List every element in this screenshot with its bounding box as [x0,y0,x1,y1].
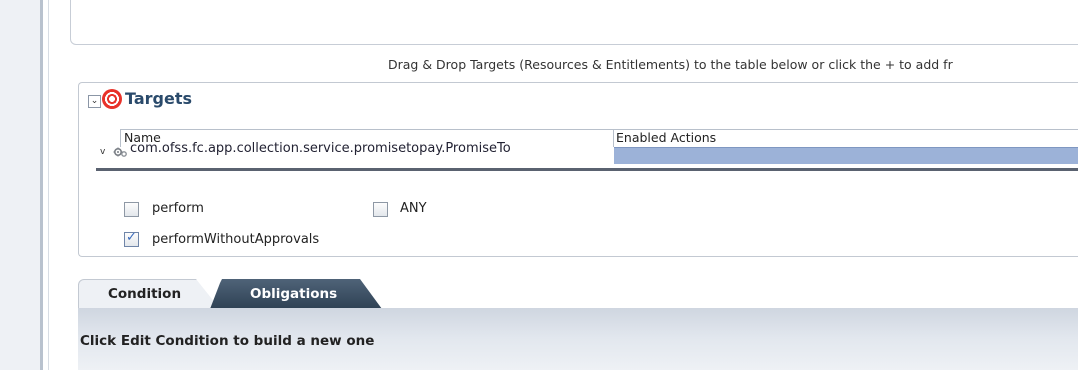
any-label: ANY [400,201,427,216]
description-box [70,0,1078,45]
column-header-enabled-actions[interactable]: Enabled Actions [616,130,716,145]
checkmark-icon: ✓ [126,230,137,245]
collapse-toggle-icon[interactable]: ⌄ [88,95,101,108]
perform-without-approvals-label: performWithoutApprovals [152,232,320,247]
target-enabled-actions[interactable] [614,147,1078,164]
perform-without-approvals-checkbox[interactable]: ✓ [124,230,139,247]
targets-icon [102,89,122,109]
column-divider[interactable] [613,129,614,147]
left-border [48,0,49,370]
any-checkbox[interactable] [373,202,388,217]
perform-checkbox[interactable] [124,202,139,217]
drag-drop-hint: Drag & Drop Targets (Resources & Entitle… [388,57,953,72]
left-splitter[interactable] [40,0,43,370]
perform-label: perform [152,201,204,216]
targets-title: Targets [125,89,193,108]
tab-condition-label[interactable]: Condition [108,286,181,302]
gear-icon [113,147,127,157]
condition-message: Click Edit Condition to build a new one [80,333,375,349]
row-separator [96,168,1078,171]
target-name: com.ofss.fc.app.collection.service.promi… [130,141,511,156]
expand-caret-icon[interactable]: v [100,147,105,157]
tab-obligations-label[interactable]: Obligations [250,286,337,302]
left-gutter [0,0,40,370]
